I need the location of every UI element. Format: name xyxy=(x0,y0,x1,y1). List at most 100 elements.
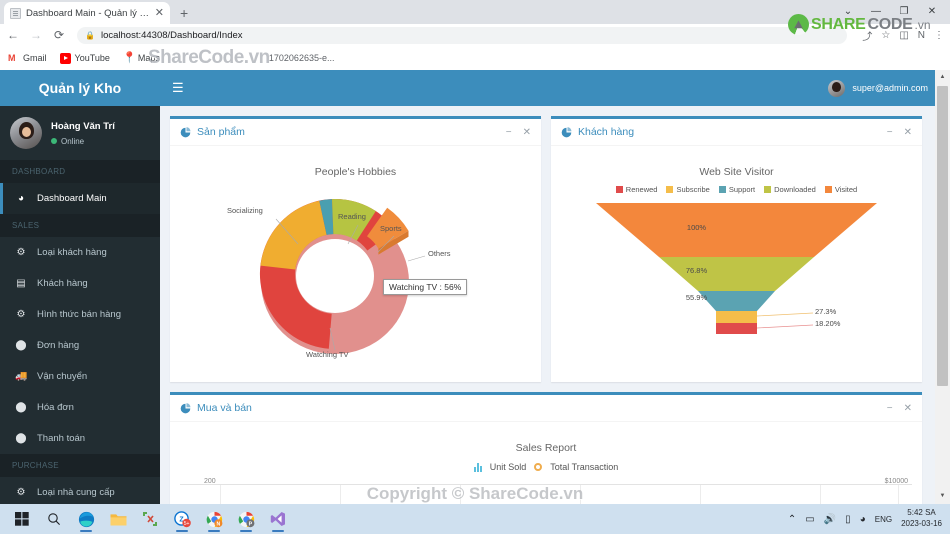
funnel-chart[interactable]: 100% 76.8% 55.9% 27.3% 18.20% xyxy=(561,201,912,346)
bookmark-label: YouTube xyxy=(74,53,110,63)
language-indicator[interactable]: ENG xyxy=(875,515,892,524)
back-icon[interactable]: ← xyxy=(6,28,20,42)
scroll-down-arrow[interactable]: ▼ xyxy=(935,489,950,504)
box-tools: − ✕ xyxy=(506,127,531,138)
sidebar-item-loai-nha-cung-cap[interactable]: ⚙ Loại nhà cung cấp xyxy=(0,477,160,504)
sidebar-user-panel[interactable]: Hoàng Văn Trí Online xyxy=(0,106,160,160)
sidebar-item-don-hang[interactable]: ⬤ Đơn hàng xyxy=(0,330,160,361)
minimize-button[interactable]: — xyxy=(862,2,890,22)
box-title: Khách hàng xyxy=(561,126,634,138)
legend-label: Subscribe xyxy=(676,185,710,194)
navbar-user[interactable]: super@admin.com xyxy=(828,79,928,97)
bookmark-star-icon[interactable]: ☆ xyxy=(881,30,890,41)
user-name: Hoàng Văn Trí xyxy=(51,121,115,133)
bookmark-youtube[interactable]: YouTube xyxy=(59,52,110,64)
address-bar[interactable]: 🔒 localhost:44308/Dashboard/Index xyxy=(77,26,848,44)
box-header: Khách hàng − ✕ xyxy=(551,119,922,146)
window-close-button[interactable]: ✕ xyxy=(918,2,946,22)
legend-label-total-transaction[interactable]: Total Transaction xyxy=(550,462,618,472)
donut-chart[interactable]: Socializing Reading Sports Others Watchi… xyxy=(180,178,531,368)
sidebar-section-purchase: PURCHASE xyxy=(0,454,160,477)
new-tab-button[interactable]: + xyxy=(180,4,188,22)
visual-studio-app[interactable] xyxy=(262,504,294,534)
sidebar-item-label: Thanh toán xyxy=(37,433,86,444)
sales-plot-area[interactable]: 200 $10000 xyxy=(180,478,912,504)
gmail-icon: M xyxy=(8,52,16,63)
chrome-app-2[interactable]: P xyxy=(230,504,262,534)
minimize-icon[interactable]: − xyxy=(887,127,893,138)
search-icon xyxy=(48,513,60,525)
sidebar-item-hinh-thuc-ban-hang[interactable]: ⚙ Hình thức bán hàng xyxy=(0,299,160,330)
app-icon xyxy=(143,512,157,526)
taskbar-apps: Z 5+ N P xyxy=(0,504,294,534)
gear-icon: ⚙ xyxy=(16,487,26,498)
svg-text:N: N xyxy=(216,521,220,527)
onedrive-icon[interactable]: ▭ xyxy=(805,514,814,525)
bookmarks-bar: M Gmail YouTube 📍 Maps 1702062635-e... xyxy=(0,46,950,70)
forward-icon[interactable]: → xyxy=(29,28,43,42)
y-axis-right-max: $10000 xyxy=(884,478,908,485)
share-icon[interactable]: ⤴ xyxy=(862,28,872,43)
reload-icon[interactable]: ⟳ xyxy=(52,28,66,42)
search-button[interactable] xyxy=(38,504,70,534)
app-5[interactable]: Z 5+ xyxy=(166,504,198,534)
file-explorer-app[interactable] xyxy=(102,504,134,534)
browser-tab[interactable]: Dashboard Main - Quản lý kho ✕ xyxy=(4,2,170,24)
close-icon[interactable]: ✕ xyxy=(523,127,531,138)
sidebar-item-van-chuyen[interactable]: 🚚 Vận chuyển xyxy=(0,361,160,392)
hamburger-menu-icon[interactable]: ☰ xyxy=(172,80,184,96)
truck-icon: 🚚 xyxy=(15,371,28,382)
funnel-value-downloaded: 76.8% xyxy=(685,266,708,275)
sidebar-item-thanh-toan[interactable]: ⬤ Thanh toán xyxy=(0,423,160,454)
minimize-icon[interactable]: − xyxy=(506,127,512,138)
sidebar-item-label: Vận chuyển xyxy=(37,371,88,382)
bookmark-other[interactable]: 1702062635-e... xyxy=(269,53,335,63)
box-header: Mua và bán − ✕ xyxy=(170,395,922,422)
profile-avatar[interactable]: N xyxy=(918,30,925,41)
reading-list-icon[interactable]: ◫ xyxy=(899,30,908,41)
sidebar-item-loai-khach-hang[interactable]: ⚙ Loại khách hàng xyxy=(0,237,160,268)
chart-title: Web Site Visitor xyxy=(699,166,774,178)
wifi-icon[interactable]: ◕ xyxy=(860,514,866,525)
close-icon[interactable]: ✕ xyxy=(904,127,912,138)
legend-item-support[interactable]: Support xyxy=(718,185,755,194)
minimize-icon[interactable]: − xyxy=(887,403,893,414)
scrollbar-thumb[interactable] xyxy=(937,86,948,386)
browser-menu-icon[interactable]: ⋮ xyxy=(934,30,944,41)
edge-app[interactable] xyxy=(70,504,102,534)
sidebar-item-khach-hang[interactable]: ▤ Khách hàng xyxy=(0,268,160,299)
close-icon[interactable]: ✕ xyxy=(904,403,912,414)
tray-chevron-icon[interactable]: ⌃ xyxy=(788,514,796,525)
volume-icon[interactable]: 🔊 xyxy=(824,514,836,525)
clock[interactable]: 5:42 SA 2023-03-16 xyxy=(901,508,942,530)
legend-item-subscribe[interactable]: Subscribe xyxy=(666,185,710,194)
edge-icon xyxy=(78,511,94,527)
user-status: Online xyxy=(51,137,115,146)
close-icon[interactable]: ✕ xyxy=(155,7,164,19)
chart-title: Sales Report xyxy=(515,442,577,454)
legend-item-downloaded[interactable]: Downloaded xyxy=(764,185,816,194)
gridline xyxy=(220,485,221,504)
sidebar-item-hoa-don[interactable]: ⬤ Hóa đơn xyxy=(0,392,160,423)
user-email: super@admin.com xyxy=(852,83,928,93)
chevron-down-icon[interactable]: ⌄ xyxy=(834,2,862,22)
page-scrollbar[interactable]: ▲ ▼ xyxy=(935,70,950,504)
legend-label-unit-sold[interactable]: Unit Sold xyxy=(490,462,527,472)
box-title-label: Mua và bán xyxy=(197,402,252,414)
start-button[interactable] xyxy=(6,504,38,534)
battery-icon[interactable]: ▯ xyxy=(845,514,851,525)
scroll-up-arrow[interactable]: ▲ xyxy=(935,70,950,85)
sidebar-brand[interactable]: Quản lý Kho xyxy=(0,70,160,106)
page-viewport: Quản lý Kho Hoàng Văn Trí Online DASHBOA… xyxy=(0,70,950,504)
app-4[interactable] xyxy=(134,504,166,534)
legend-item-renewed[interactable]: Renewed xyxy=(615,185,657,194)
maximize-button[interactable]: ❐ xyxy=(890,2,918,22)
box-tools: − ✕ xyxy=(887,127,912,138)
chrome-app[interactable]: N xyxy=(198,504,230,534)
bookmark-maps[interactable]: 📍 Maps xyxy=(123,52,160,64)
bookmark-gmail[interactable]: M Gmail xyxy=(8,53,47,64)
legend-item-visited[interactable]: Visited xyxy=(824,185,857,194)
windows-taskbar: Z 5+ N P ⌃ ▭ 🔊 ▯ ◕ ENG 5:42 SA 2023-03-1… xyxy=(0,504,950,534)
sidebar-item-dashboard-main[interactable]: ◕ Dashboard Main xyxy=(0,183,160,214)
svg-text:5+: 5+ xyxy=(183,521,189,527)
